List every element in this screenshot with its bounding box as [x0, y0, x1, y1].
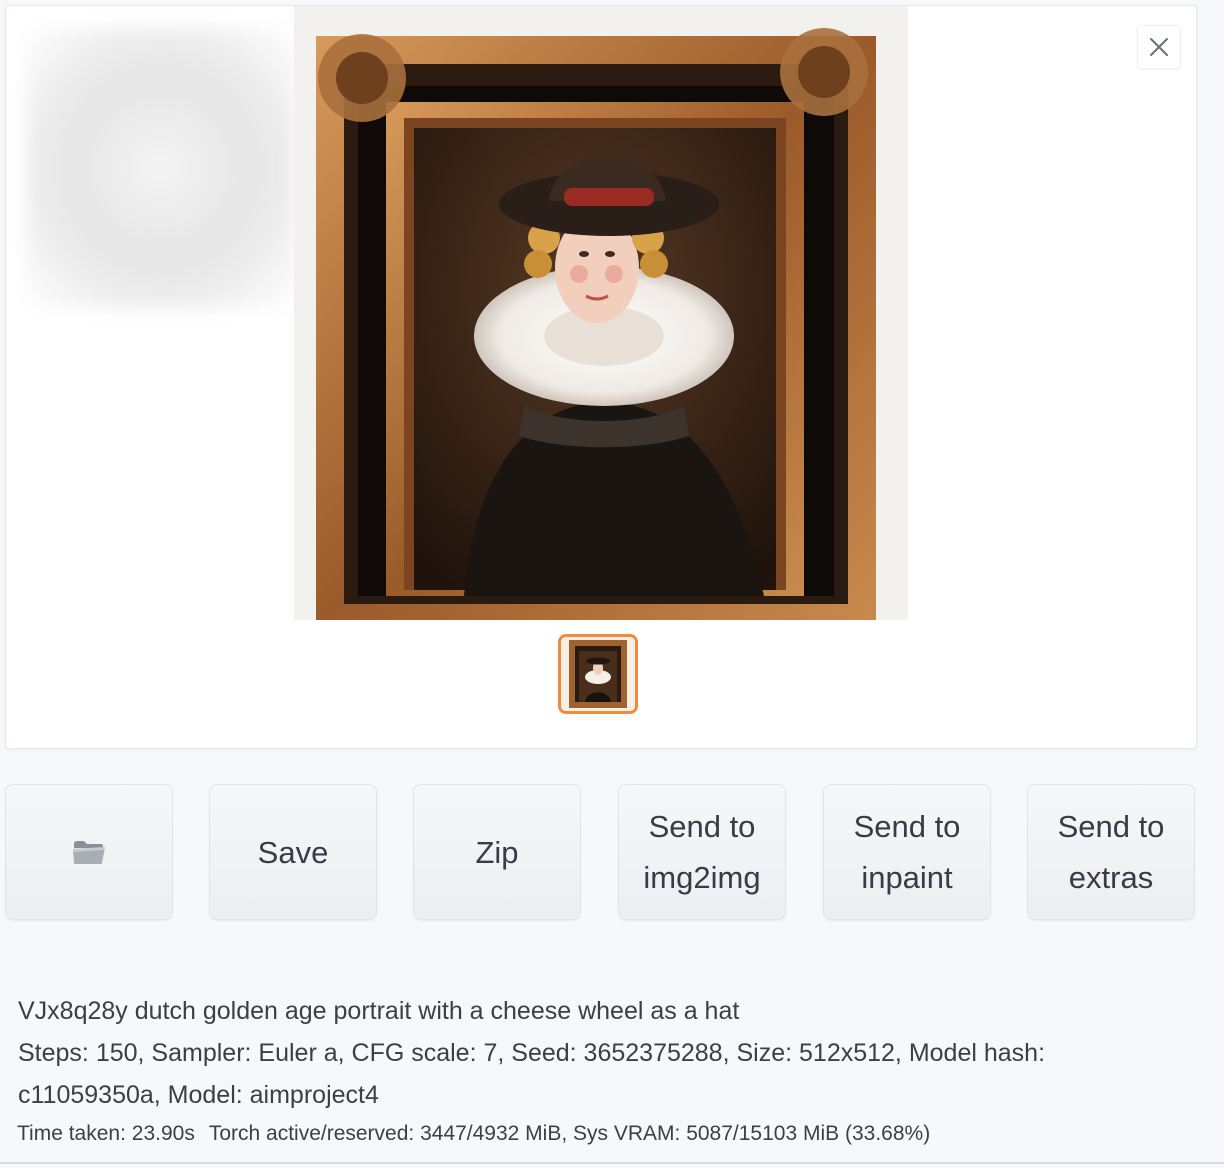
generation-info: VJx8q28y dutch golden age portrait with … — [18, 990, 1208, 1116]
send-to-img2img-label-line2: img2img — [643, 860, 761, 895]
parameters-line-2: c11059350a, Model: aimproject4 — [18, 1081, 379, 1109]
thumbnail-image — [561, 637, 635, 711]
send-to-img2img-label-line1: Send to — [648, 809, 756, 844]
open-folder-button[interactable] — [5, 784, 173, 920]
gallery-thumbnail[interactable] — [558, 634, 638, 714]
time-taken: Time taken: 23.90s — [17, 1122, 195, 1145]
send-to-extras-label-line2: extras — [1068, 860, 1154, 895]
send-to-inpaint-label-line2: inpaint — [861, 860, 953, 895]
generated-image[interactable] — [294, 6, 908, 620]
performance-info: Time taken: 23.90s Torch active/reserved:… — [17, 1122, 944, 1146]
divider — [0, 1162, 1224, 1164]
send-to-inpaint-button[interactable]: Send to inpaint — [823, 784, 991, 920]
close-icon — [1150, 38, 1168, 56]
folder-icon — [73, 841, 105, 864]
save-button[interactable]: Save — [209, 784, 377, 920]
gallery-panel — [5, 5, 1197, 749]
send-to-extras-button[interactable]: Send to extras — [1027, 784, 1195, 920]
zip-button-label: Zip — [475, 834, 519, 870]
blurred-preview-image — [26, 28, 296, 308]
prompt-text: VJx8q28y dutch golden age portrait with … — [18, 997, 740, 1025]
zip-button[interactable]: Zip — [413, 784, 581, 920]
portrait-painting-image — [294, 6, 908, 620]
save-button-label: Save — [257, 834, 329, 870]
vram-usage: Torch active/reserved: 3447/4932 MiB, Sy… — [208, 1122, 931, 1145]
close-button[interactable] — [1137, 25, 1181, 69]
send-to-img2img-button[interactable]: Send to img2img — [618, 784, 786, 920]
send-to-inpaint-label-line1: Send to — [853, 809, 961, 844]
send-to-extras-label-line1: Send to — [1057, 809, 1165, 844]
parameters-line-1: Steps: 150, Sampler: Euler a, CFG scale:… — [18, 1039, 1046, 1067]
